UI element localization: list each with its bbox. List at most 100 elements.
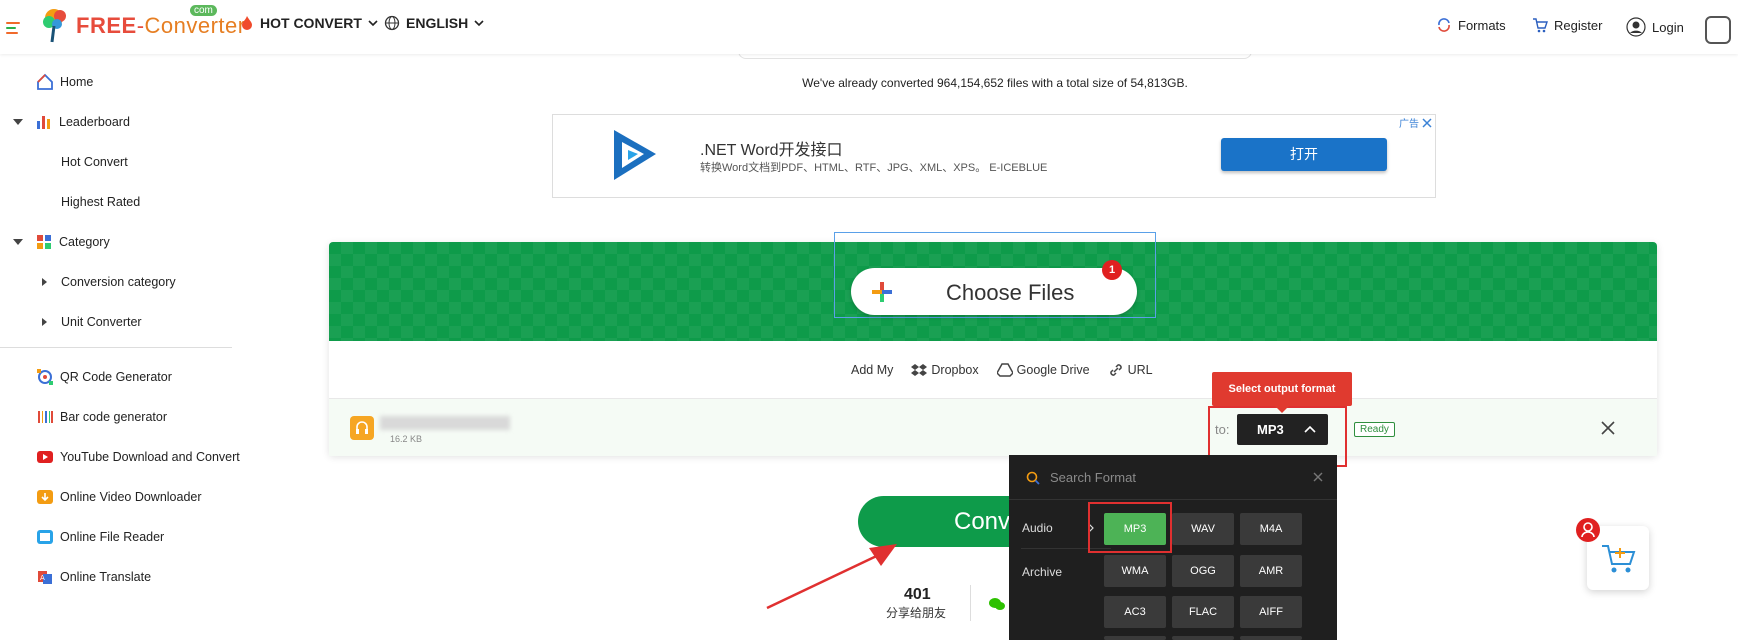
hot-convert-menu[interactable]: HOT CONVERT <box>240 15 378 31</box>
sidebar-item-label: Hot Convert <box>61 155 128 169</box>
output-format-select[interactable]: MP3 <box>1237 414 1328 445</box>
format-option-wav[interactable]: WAV <box>1172 513 1234 545</box>
share-count: 401 <box>904 586 931 603</box>
language-label: ENGLISH <box>406 15 469 31</box>
login-link[interactable]: Login <box>1626 17 1684 37</box>
sidebar-item-label: QR Code Generator <box>60 370 172 384</box>
stats-files: 964,154,652 <box>936 76 1004 90</box>
sidebar-item-label: Online File Reader <box>60 530 165 544</box>
tooltip-pointer <box>1274 405 1290 413</box>
sidebar-item-translate[interactable]: A Online Translate <box>0 557 268 597</box>
sidebar-item-label: Conversion category <box>61 275 176 289</box>
dropbox-icon <box>911 364 928 376</box>
youtube-icon <box>37 451 53 463</box>
format-search[interactable]: Search Format <box>1026 470 1136 485</box>
logo-text-free: FREE <box>76 13 137 38</box>
sidebar-item-label: Unit Converter <box>61 315 142 329</box>
plus-icon <box>872 282 892 302</box>
audio-file-icon <box>350 416 374 440</box>
sidebar-item-conversion-category[interactable]: Conversion category <box>0 262 274 302</box>
google-drive-link[interactable]: Google Drive <box>996 363 1090 377</box>
category-audio[interactable]: Audio <box>1022 521 1053 535</box>
status-badge: Ready <box>1354 422 1395 437</box>
sidebar-item-label: Category <box>59 235 110 249</box>
formats-link[interactable]: Formats <box>1436 17 1506 33</box>
panel-separator <box>1009 499 1337 500</box>
sidebar-item-file-reader[interactable]: Online File Reader <box>0 517 268 557</box>
file-reader-icon <box>37 530 53 544</box>
panel-toggle-icon[interactable] <box>1705 16 1731 44</box>
sidebar-item-barcode[interactable]: Bar code generator <box>0 397 268 437</box>
sidebar-item-youtube[interactable]: YouTube Download and Convert <box>0 437 268 477</box>
chevron-down-icon <box>474 20 484 27</box>
share-divider <box>970 585 971 621</box>
sidebar-item-leaderboard[interactable]: Leaderboard <box>0 102 245 142</box>
choose-files-button[interactable]: Choose Files <box>851 268 1137 315</box>
format-option-m4a[interactable]: M4A <box>1240 513 1302 545</box>
caret-right-icon <box>42 318 47 326</box>
logo-text[interactable]: FREE-Converter <box>76 13 246 39</box>
close-icon[interactable] <box>1313 472 1323 482</box>
sidebar-item-home[interactable]: Home <box>0 62 268 102</box>
file-name-redacted <box>380 416 510 430</box>
chevron-up-icon <box>1304 425 1316 433</box>
stats-middle: files with a total size of <box>1007 76 1128 90</box>
format-option-wma[interactable]: WMA <box>1104 555 1166 587</box>
hot-convert-label: HOT CONVERT <box>260 15 362 31</box>
format-option-ogg[interactable]: OGG <box>1172 555 1234 587</box>
format-option-partial <box>1172 636 1234 640</box>
format-option-amr[interactable]: AMR <box>1240 555 1302 587</box>
google-drive-icon <box>996 363 1013 377</box>
close-icon <box>1422 117 1432 128</box>
share-label[interactable]: 分享给朋友 <box>886 604 946 621</box>
format-search-input[interactable]: Search Format <box>1050 470 1136 485</box>
svg-text:A: A <box>40 574 45 582</box>
url-link[interactable]: URL <box>1108 362 1153 378</box>
format-option-ac3[interactable]: AC3 <box>1104 596 1166 628</box>
remove-file-icon[interactable] <box>1601 421 1615 435</box>
logo-dash: - <box>136 13 145 38</box>
add-sources: Add My Dropbox Google Drive URL <box>851 362 1153 378</box>
dropbox-link[interactable]: Dropbox <box>911 363 979 377</box>
sidebar-item-label: Highest Rated <box>61 195 141 209</box>
translate-icon: A <box>38 571 52 584</box>
category-archive[interactable]: Archive <box>1022 565 1062 579</box>
sidebar-item-label: YouTube Download and Convert <box>60 450 240 464</box>
menu-icon[interactable] <box>6 22 20 36</box>
ad-subtitle: 转换Word文档到PDF、HTML、RTF、JPG、XML、XPS。 E-ICE… <box>700 162 1048 174</box>
sidebar-item-qr-code[interactable]: QR Code Generator <box>0 357 268 397</box>
caret-down-icon <box>13 119 23 125</box>
step-badge: 1 <box>1102 260 1122 280</box>
support-avatar-icon[interactable] <box>1576 518 1600 542</box>
barcode-icon <box>38 411 53 423</box>
stats-prefix: We've already converted <box>802 76 934 90</box>
choose-files-label: Choose Files <box>946 280 1075 305</box>
globe-icon <box>384 15 400 31</box>
logo-icon[interactable] <box>40 6 70 44</box>
sidebar-item-highest-rated[interactable]: Highest Rated <box>0 182 293 222</box>
google-drive-label: Google Drive <box>1016 363 1090 377</box>
home-icon <box>37 73 53 90</box>
sidebar-item-video-downloader[interactable]: Online Video Downloader <box>0 477 268 517</box>
language-menu[interactable]: ENGLISH <box>384 15 484 31</box>
register-link[interactable]: Register <box>1532 17 1602 33</box>
qr-code-icon <box>37 369 53 385</box>
sidebar-item-label: Online Video Downloader <box>60 490 202 504</box>
format-option-flac[interactable]: FLAC <box>1172 596 1234 628</box>
chevron-down-icon <box>368 20 378 27</box>
ad-open-button[interactable]: 打开 <box>1221 138 1387 171</box>
sidebar-item-label: Online Translate <box>60 570 152 584</box>
sidebar-item-unit-converter[interactable]: Unit Converter <box>0 302 274 342</box>
fire-icon <box>242 16 252 30</box>
sidebar-item-hot-convert[interactable]: Hot Convert <box>0 142 293 182</box>
ad-logo-icon <box>614 130 656 180</box>
format-option-aiff[interactable]: AIFF <box>1240 596 1302 628</box>
add-my-label: Add My <box>851 363 894 377</box>
ad-choices[interactable]: 广告 <box>1399 115 1432 130</box>
url-label: URL <box>1127 363 1153 377</box>
wechat-icon[interactable] <box>988 597 1006 611</box>
file-row <box>329 398 1657 456</box>
caret-down-icon <box>13 239 23 245</box>
ad-title: .NET Word开发接口 <box>700 142 843 159</box>
sidebar-item-category[interactable]: Category <box>0 222 245 262</box>
